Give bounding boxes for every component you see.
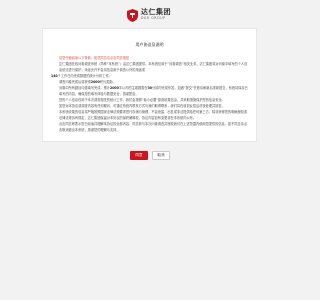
logo-chinese-name: 达仁集团 xyxy=(141,8,171,17)
shield-logo-icon xyxy=(127,8,138,22)
cancel-button[interactable]: 取消 xyxy=(152,151,170,160)
logo-english-name: DAR GROUP xyxy=(141,16,166,21)
agreement-paragraph-7: 点击同意即表示您已阅读并理解本协议的全部内容，同意参与本次问卷调查并授权我们在上… xyxy=(59,122,248,132)
agreement-paragraph-3: 问卷中所有题目均需填写完成，预计2000字以内的主观题需在30分钟内完成作答，如… xyxy=(59,86,248,96)
agree-button[interactable]: 同意 xyxy=(130,151,148,160)
agreement-content: 请您仔细阅读以下条款，如您同意请点击同意按钮 达仁集团在线问卷调查系统（简称“本… xyxy=(51,55,250,133)
agreement-paragraph-6: 本系统收集的信息将严格按照国家法律法规要求进行存储与管理，不会泄露、出售或非法提… xyxy=(59,110,248,120)
agreement-paragraph-1: 达仁集团在线问卷调查系统（简称“本系统”）由达仁集团提供，本系统仅用于“问卷调查… xyxy=(59,62,248,72)
agreement-card: 用户协议及说明 请您仔细阅读以下条款，如您同意请点击同意按钮 达仁集团在线问卷调… xyxy=(42,28,257,142)
agreement-title: 用户协议及说明 xyxy=(135,42,164,47)
company-logo: 达仁集团 DAR GROUP xyxy=(127,7,177,23)
